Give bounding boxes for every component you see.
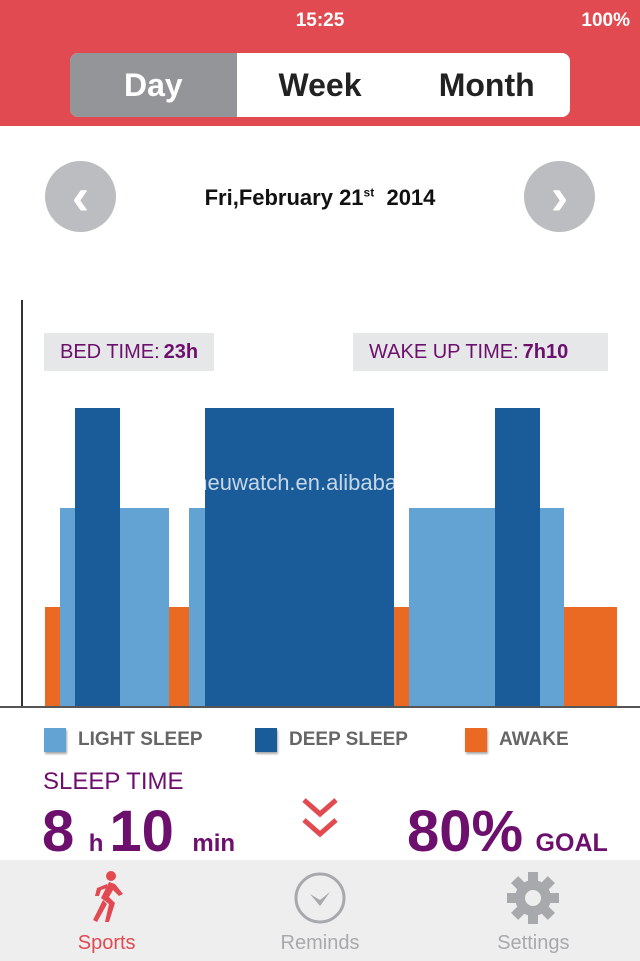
sleep-minutes: 10 (109, 799, 174, 864)
bed-time-label: BED TIME: (60, 340, 160, 363)
wake-time-label: WAKE UP TIME: (369, 340, 519, 363)
sleep-time-value: 8 h 10 min (42, 798, 235, 865)
hours-unit: h (88, 830, 104, 857)
legend-label: DEEP SLEEP (289, 729, 408, 750)
gear-icon (507, 872, 560, 924)
legend-swatch-light (44, 728, 66, 752)
sleep-segment-deep (75, 408, 120, 707)
legend-light: LIGHT SLEEP (44, 728, 203, 752)
nav-label: Settings (497, 932, 570, 954)
sleep-segment-awake (45, 607, 60, 707)
period-segmented-control: Day Week Month (70, 53, 570, 117)
status-battery: 100% (581, 10, 630, 31)
date-suffix: st (363, 185, 375, 200)
nav-reminds[interactable]: Reminds (213, 860, 426, 961)
sleep-segment-light (120, 508, 169, 707)
sleep-hours: 8 (42, 799, 75, 864)
header: 15:25 100% Day Week Month (0, 0, 640, 126)
legend-swatch-deep (255, 728, 277, 752)
goal-value: 80% GOAL (407, 798, 608, 865)
sleep-segment-light (409, 508, 495, 707)
sleep-segment-light (60, 508, 75, 707)
bottom-nav: Sports Reminds Settings (0, 860, 640, 961)
legend-label: LIGHT SLEEP (78, 729, 203, 750)
sleep-segment-light (540, 508, 564, 707)
sleep-segment-deep (495, 408, 540, 707)
goal-percent: 80% (407, 799, 524, 864)
runner-icon (92, 871, 123, 922)
status-time: 15:25 (295, 10, 345, 31)
bed-time-tag: BED TIME: 23h (44, 333, 215, 371)
sleep-time-label: SLEEP TIME (43, 768, 184, 795)
sleep-segment-deep (205, 408, 394, 707)
sleep-segment-light (189, 508, 205, 707)
tab-week[interactable]: Week (237, 53, 404, 117)
minutes-unit: min (192, 830, 236, 857)
sleep-segment-awake (169, 607, 189, 707)
watermark: neuwatch.en.alibaba.com (195, 470, 445, 495)
sleep-segment-awake (394, 607, 409, 707)
bed-time-value: 23h (163, 340, 199, 363)
sleep-segment-awake (564, 607, 617, 707)
legend-label: AWAKE (499, 729, 569, 750)
nav-label: Reminds (280, 932, 360, 954)
date-main: Fri,February 21 (204, 185, 364, 210)
clock-icon (294, 872, 346, 924)
legend-swatch-awake (465, 728, 487, 752)
tab-day[interactable]: Day (70, 53, 237, 117)
double-chevron-down-icon[interactable] (300, 796, 340, 846)
goal-label: GOAL (535, 829, 608, 857)
date-year: 2014 (386, 185, 436, 210)
tab-month[interactable]: Month (403, 53, 570, 117)
nav-settings[interactable]: Settings (427, 860, 640, 961)
legend-deep: DEEP SLEEP (255, 728, 408, 752)
wake-time-tag: WAKE UP TIME: 7h10 (353, 333, 608, 371)
next-day-button[interactable]: › (524, 161, 595, 232)
nav-sports[interactable]: Sports (0, 860, 213, 961)
chevron-right-icon: › (550, 167, 569, 226)
legend-awake: AWAKE (465, 728, 569, 752)
wake-time-value: 7h10 (522, 340, 569, 363)
nav-label: Sports (77, 932, 136, 954)
